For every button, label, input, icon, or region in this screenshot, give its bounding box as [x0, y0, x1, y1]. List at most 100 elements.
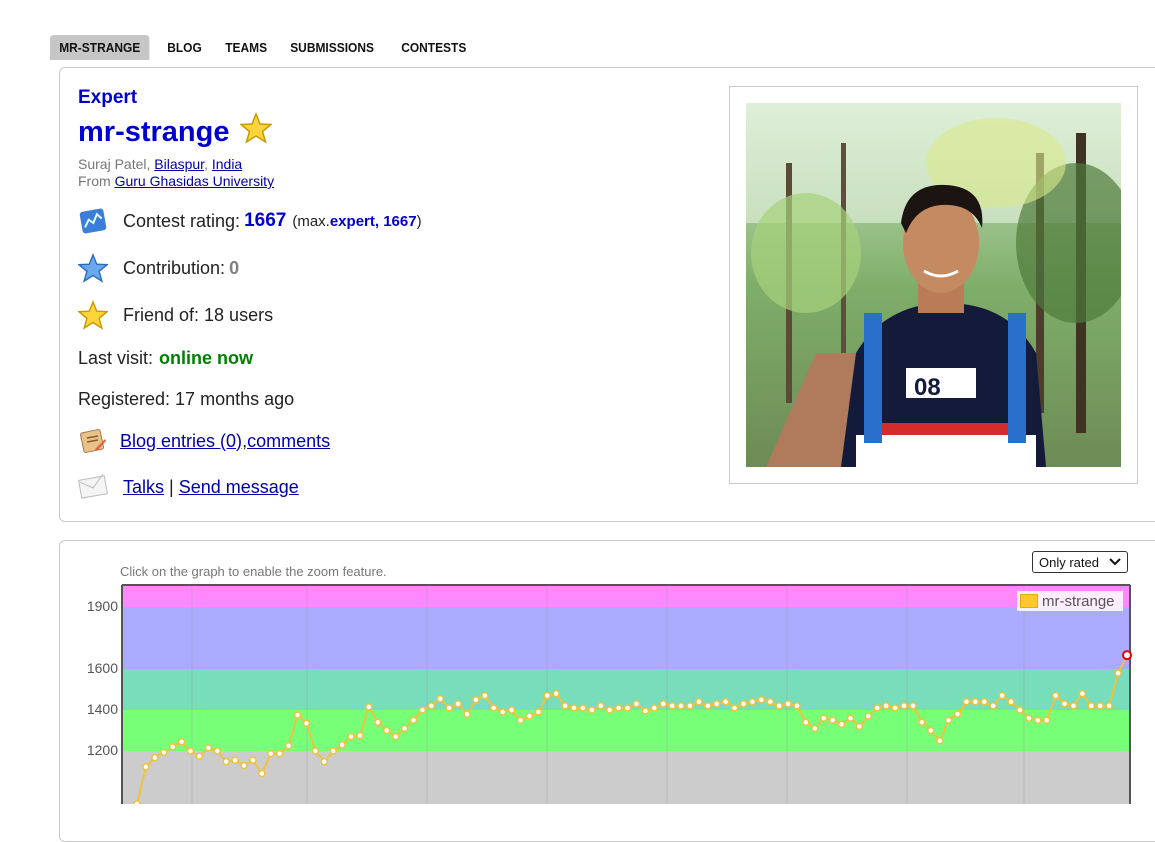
rating-band-1900	[122, 585, 1130, 607]
rating-point	[730, 704, 739, 712]
rating-point	[1025, 714, 1033, 722]
rating-band-1000	[122, 751, 1130, 804]
rating-point	[998, 691, 1006, 700]
rating-point	[1122, 650, 1132, 661]
rating-point	[677, 702, 685, 710]
rating-point	[507, 706, 516, 714]
rating-point	[1069, 702, 1078, 710]
rating-point	[962, 698, 971, 706]
rating-point	[543, 691, 552, 700]
rating-point	[864, 712, 873, 720]
rating-point	[1114, 669, 1122, 677]
rating-point	[579, 704, 587, 712]
rating-point	[686, 702, 694, 710]
rating-point	[240, 761, 248, 770]
rating-point	[846, 714, 855, 722]
rating-point	[989, 702, 997, 710]
rating-point	[802, 718, 810, 727]
rating-point	[704, 702, 712, 710]
rating-point	[891, 704, 899, 712]
rating-point	[659, 700, 667, 708]
rating-point	[588, 706, 596, 714]
rating-point	[454, 700, 462, 708]
rating-point	[900, 702, 908, 710]
rating-point	[927, 726, 935, 735]
rating-point	[382, 726, 391, 735]
rating-point	[1016, 706, 1024, 714]
rating-point	[1060, 700, 1069, 708]
rating-point	[534, 708, 543, 716]
rating-point	[204, 744, 213, 752]
legend-swatch	[1020, 594, 1038, 608]
rating-point	[302, 719, 311, 728]
rating-band-1200	[122, 710, 1130, 751]
rating-point	[275, 749, 284, 758]
rating-point	[249, 756, 257, 765]
rating-point	[944, 716, 953, 724]
rating-point	[614, 704, 623, 712]
rating-point	[267, 749, 275, 758]
rating-point	[186, 747, 195, 755]
rating-point	[712, 700, 721, 708]
rating-point	[918, 718, 926, 727]
rating-point	[374, 718, 382, 727]
rating-point	[1034, 716, 1042, 724]
rating-point	[311, 747, 320, 755]
rating-point	[793, 702, 801, 710]
rating-point	[766, 698, 774, 706]
rating-point	[525, 712, 534, 720]
rating-chart[interactable]	[0, 0, 1155, 804]
rating-point	[695, 698, 703, 706]
rating-point	[855, 722, 864, 731]
chart-legend: mr-strange	[1017, 591, 1123, 611]
rating-point	[605, 706, 614, 714]
rating-point	[338, 741, 346, 749]
rating-point	[909, 702, 917, 710]
rating-point	[748, 698, 757, 706]
rating-band-1600	[122, 607, 1130, 669]
rating-point	[258, 769, 266, 778]
rating-point	[1105, 702, 1113, 710]
rating-point	[757, 696, 766, 704]
rating-point	[837, 720, 846, 729]
rating-point	[463, 710, 471, 718]
rating-point	[160, 748, 168, 757]
rating-point	[1096, 702, 1104, 710]
rating-point	[498, 708, 507, 716]
rating-point	[347, 732, 355, 741]
rating-point	[427, 702, 436, 710]
y-tick-1200: 1200	[86, 742, 118, 758]
rating-point	[329, 747, 337, 755]
rating-point	[980, 698, 989, 706]
rating-point	[365, 703, 373, 711]
rating-point	[641, 707, 650, 715]
rating-point	[168, 743, 177, 751]
rating-point	[1087, 702, 1096, 710]
rating-point	[1042, 716, 1051, 724]
rating-point	[1078, 689, 1087, 698]
rating-point	[284, 742, 293, 750]
rating-point	[356, 731, 364, 740]
rating-point	[775, 702, 783, 710]
rating-point	[570, 704, 578, 712]
rating-point	[935, 737, 944, 745]
rating-point	[1007, 698, 1015, 706]
rating-point	[293, 711, 302, 719]
rating-point	[739, 700, 748, 708]
y-tick-1400: 1400	[86, 701, 118, 717]
rating-point	[650, 704, 659, 712]
rating-point	[472, 696, 480, 704]
rating-point	[1051, 691, 1060, 700]
rating-point	[195, 752, 204, 761]
rating-point	[142, 763, 150, 771]
rating-point	[971, 698, 980, 706]
y-tick-1900: 1900	[86, 598, 118, 614]
rating-point	[481, 691, 489, 700]
rating-point	[820, 714, 828, 722]
rating-point	[873, 704, 882, 712]
y-tick-1600: 1600	[86, 660, 118, 676]
rating-point	[632, 700, 641, 708]
rating-point	[828, 716, 837, 724]
rating-point	[409, 716, 418, 724]
rating-point	[811, 724, 819, 733]
